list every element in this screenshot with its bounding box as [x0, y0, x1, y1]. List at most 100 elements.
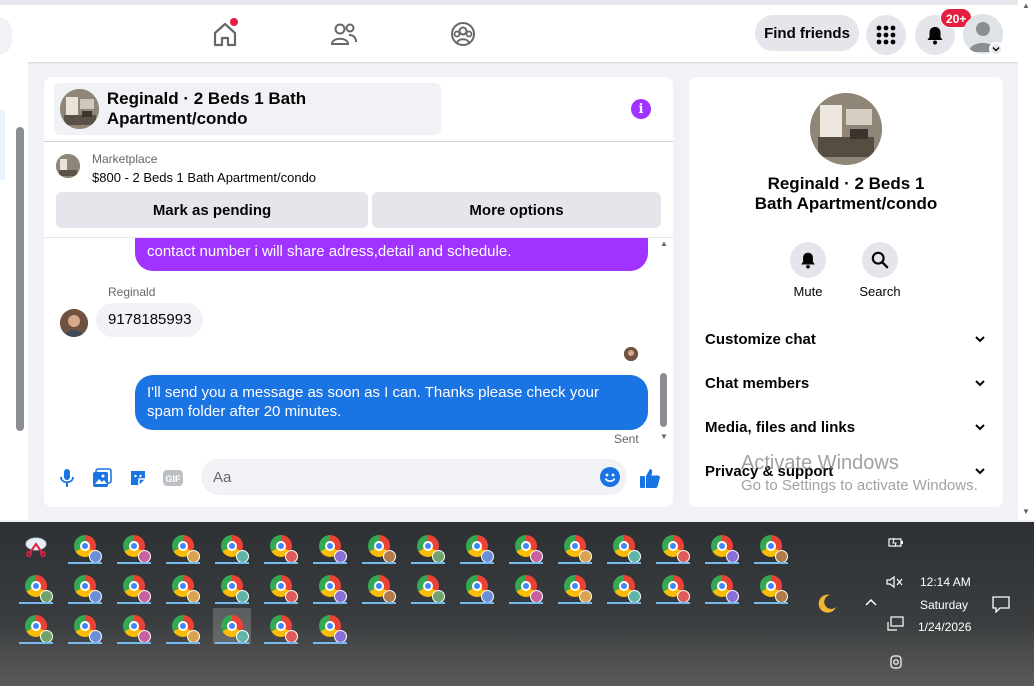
running-indicator [607, 602, 641, 604]
chrome-browser-icon[interactable] [311, 528, 349, 564]
chrome-browser-icon[interactable] [703, 568, 741, 604]
chrome-browser-icon[interactable] [262, 528, 300, 564]
chrome-browser-icon[interactable] [654, 568, 692, 604]
photo-attach-icon[interactable] [91, 467, 113, 489]
chrome-browser-icon[interactable] [164, 608, 202, 644]
running-indicator [215, 562, 249, 564]
chrome-browser-icon[interactable] [262, 608, 300, 644]
running-indicator [117, 602, 151, 604]
incoming-message-bubble[interactable]: 9178185993 [96, 303, 204, 337]
gif-icon[interactable]: GIF [162, 467, 184, 489]
battery-icon[interactable] [888, 536, 904, 551]
bell-icon[interactable] [790, 242, 826, 278]
running-indicator [19, 642, 53, 644]
chat-members-row[interactable]: Chat members [705, 375, 987, 395]
search-action[interactable]: Search [850, 242, 910, 299]
volume-muted-icon[interactable] [886, 575, 904, 592]
chrome-browser-icon[interactable] [213, 528, 251, 564]
chrome-browser-icon[interactable] [409, 528, 447, 564]
scroll-down-arrow-icon[interactable]: ▼ [1022, 507, 1030, 516]
thumbs-up-icon[interactable] [639, 467, 661, 489]
chrome-browser-icon[interactable] [262, 568, 300, 604]
chrome-browser-icon[interactable] [360, 528, 398, 564]
friends-icon[interactable] [329, 19, 359, 49]
chrome-browser-icon[interactable] [409, 568, 447, 604]
network-icon[interactable] [887, 616, 905, 635]
media-files-links-row[interactable]: Media, files and links [705, 419, 987, 439]
running-indicator [558, 562, 592, 564]
scrollbar-thumb[interactable] [660, 373, 667, 427]
clock-time[interactable]: 12:14 AM [920, 575, 971, 589]
more-options-button[interactable]: More options [372, 192, 661, 228]
home-icon[interactable] [210, 18, 240, 49]
chrome-browser-icon[interactable] [507, 528, 545, 564]
running-indicator [68, 562, 102, 564]
chrome-browser-icon[interactable] [311, 608, 349, 644]
menu-button[interactable] [866, 15, 906, 55]
chrome-browser-icon[interactable] [115, 608, 153, 644]
scroll-up-arrow-icon[interactable]: ▲ [1022, 1, 1030, 10]
scroll-down-arrow-icon[interactable]: ▼ [660, 432, 668, 441]
chrome-browser-icon[interactable] [360, 568, 398, 604]
show-hidden-icons-chevron-up-icon[interactable] [864, 596, 878, 611]
chrome-browser-icon[interactable] [164, 528, 202, 564]
chrome-browser-icon[interactable] [311, 568, 349, 604]
groups-icon[interactable] [448, 19, 478, 49]
microphone-icon[interactable] [56, 467, 78, 489]
search-icon[interactable] [862, 242, 898, 278]
chrome-browser-icon[interactable] [458, 528, 496, 564]
listing-price-title[interactable]: $800 - 2 Beds 1 Bath Apartment/condo [92, 170, 316, 185]
chrome-browser-icon[interactable] [213, 568, 251, 604]
marketplace-listing-thumbnail [56, 154, 80, 178]
running-indicator [460, 602, 494, 604]
chrome-browser-icon[interactable] [115, 528, 153, 564]
night-light-moon-icon[interactable] [815, 592, 839, 619]
chat-header[interactable]: Reginald · 2 Beds 1 Bath Apartment/condo [54, 83, 441, 135]
message-list-scrollbar[interactable]: ▲ ▼ [657, 237, 671, 447]
search-box-stub[interactable] [0, 16, 12, 56]
chrome-browser-icon[interactable] [556, 528, 594, 564]
left-sidebar-scrollbar[interactable] [16, 127, 24, 431]
scroll-up-arrow-icon[interactable]: ▲ [660, 239, 668, 248]
chrome-browser-icon[interactable] [66, 608, 104, 644]
chrome-browser-icon[interactable] [654, 528, 692, 564]
outgoing-message-bubble[interactable]: I'll send you a message as soon as I can… [135, 375, 648, 430]
outgoing-message-bubble[interactable]: contact number i will share adress,detai… [135, 238, 648, 271]
chrome-browser-icon[interactable] [66, 528, 104, 564]
mark-as-pending-button[interactable]: Mark as pending [56, 192, 368, 228]
message-input[interactable] [201, 459, 627, 495]
clock-date[interactable]: 1/24/2026 [918, 620, 971, 634]
sticker-icon[interactable] [127, 467, 149, 489]
running-indicator [754, 602, 788, 604]
webcam-icon[interactable] [888, 654, 904, 673]
chrome-browser-icon[interactable] [458, 568, 496, 604]
chrome-browser-icon[interactable] [605, 568, 643, 604]
chrome-browser-icon[interactable] [213, 608, 251, 644]
clock-day[interactable]: Saturday [920, 598, 968, 612]
chrome-browser-icon[interactable] [605, 528, 643, 564]
emoji-icon[interactable] [600, 467, 620, 487]
chrome-browser-icon[interactable] [507, 568, 545, 604]
mute-action[interactable]: Mute [778, 242, 838, 299]
action-center-notification-icon[interactable] [991, 595, 1011, 616]
chrome-browser-icon[interactable] [17, 568, 55, 604]
chat-title: Reginald · 2 Beds 1 Bath Apartment/condo [106, 89, 307, 128]
listing-profile-photo[interactable] [810, 93, 882, 165]
chrome-browser-icon[interactable] [66, 568, 104, 604]
account-chevron-down-icon[interactable] [989, 42, 1003, 56]
chrome-browser-icon[interactable] [115, 568, 153, 604]
chrome-browser-icon[interactable] [164, 568, 202, 604]
chrome-browser-icon[interactable] [556, 568, 594, 604]
chrome-browser-icon[interactable] [703, 528, 741, 564]
customize-chat-row[interactable]: Customize chat [705, 331, 987, 351]
chrome-browser-icon[interactable] [17, 608, 55, 644]
chrome-browser-icon[interactable] [752, 528, 790, 564]
marketplace-label: Marketplace [92, 152, 158, 166]
top-navigation-bar: Find friends 20+ [0, 0, 1018, 62]
find-friends-button[interactable]: Find friends [755, 15, 859, 51]
chrome-browser-icon[interactable] [752, 568, 790, 604]
sender-avatar[interactable] [60, 309, 88, 337]
page-scrollbar[interactable]: ▲ ▼ [1018, 0, 1034, 520]
conversation-info-icon[interactable]: i [631, 99, 651, 119]
snipping-tool-icon[interactable] [17, 528, 55, 564]
